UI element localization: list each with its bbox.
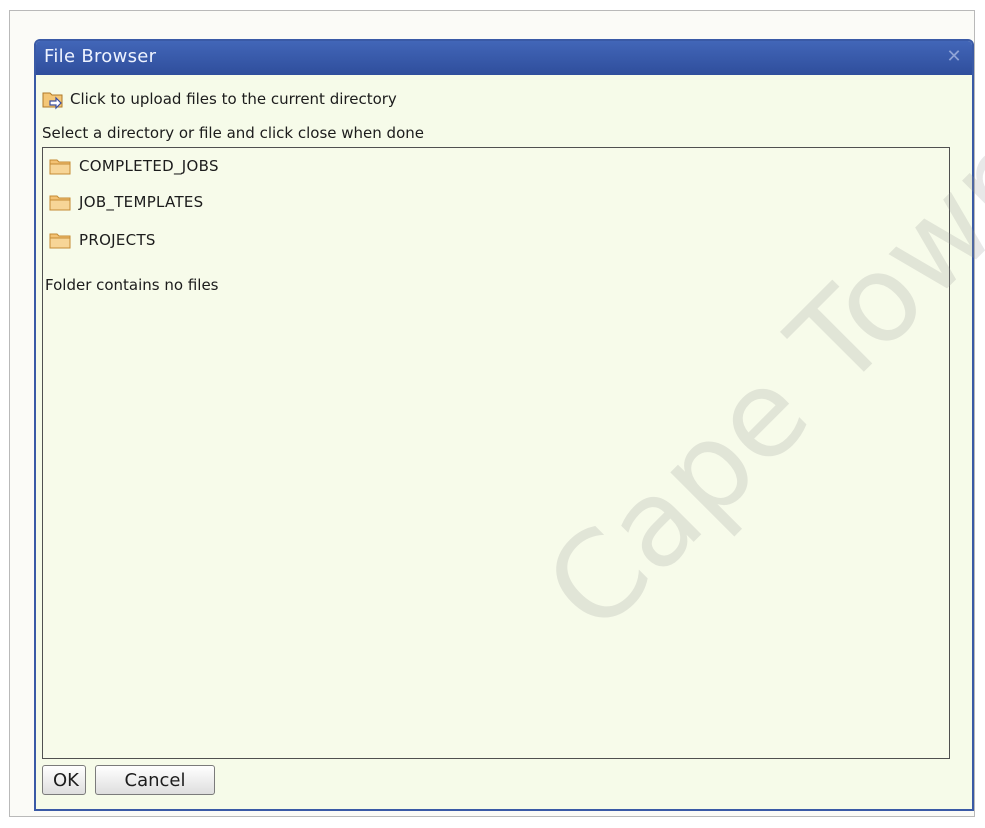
upload-link[interactable]: Click to upload files to the current dir… (42, 87, 397, 111)
folder-item-job-templates[interactable]: JOB_TEMPLATES (49, 188, 204, 216)
close-icon[interactable]: ✕ (944, 47, 964, 67)
folder-item-completed-jobs[interactable]: COMPLETED_JOBS (49, 152, 219, 180)
folder-label: COMPLETED_JOBS (79, 157, 219, 175)
upload-label: Click to upload files to the current dir… (70, 90, 397, 108)
empty-folder-note: Folder contains no files (45, 276, 219, 294)
dialog-titlebar[interactable]: File Browser ✕ (36, 41, 972, 75)
folder-icon (49, 157, 71, 175)
dialog-title: File Browser (44, 46, 157, 67)
upload-folder-icon (42, 88, 64, 110)
folder-icon (49, 231, 71, 249)
folder-label: JOB_TEMPLATES (79, 193, 204, 211)
file-list-panel: COMPLETED_JOBS JOB_TEMPLATES PROJECTS Fo… (42, 147, 950, 759)
cancel-button[interactable]: Cancel (95, 765, 215, 795)
folder-icon (49, 193, 71, 211)
instruction-text: Select a directory or file and click clo… (42, 124, 424, 142)
file-browser-dialog: File Browser ✕ Click to upload files to … (34, 39, 974, 811)
folder-label: PROJECTS (79, 231, 156, 249)
folder-item-projects[interactable]: PROJECTS (49, 226, 156, 254)
ok-button[interactable]: OK (42, 765, 86, 795)
